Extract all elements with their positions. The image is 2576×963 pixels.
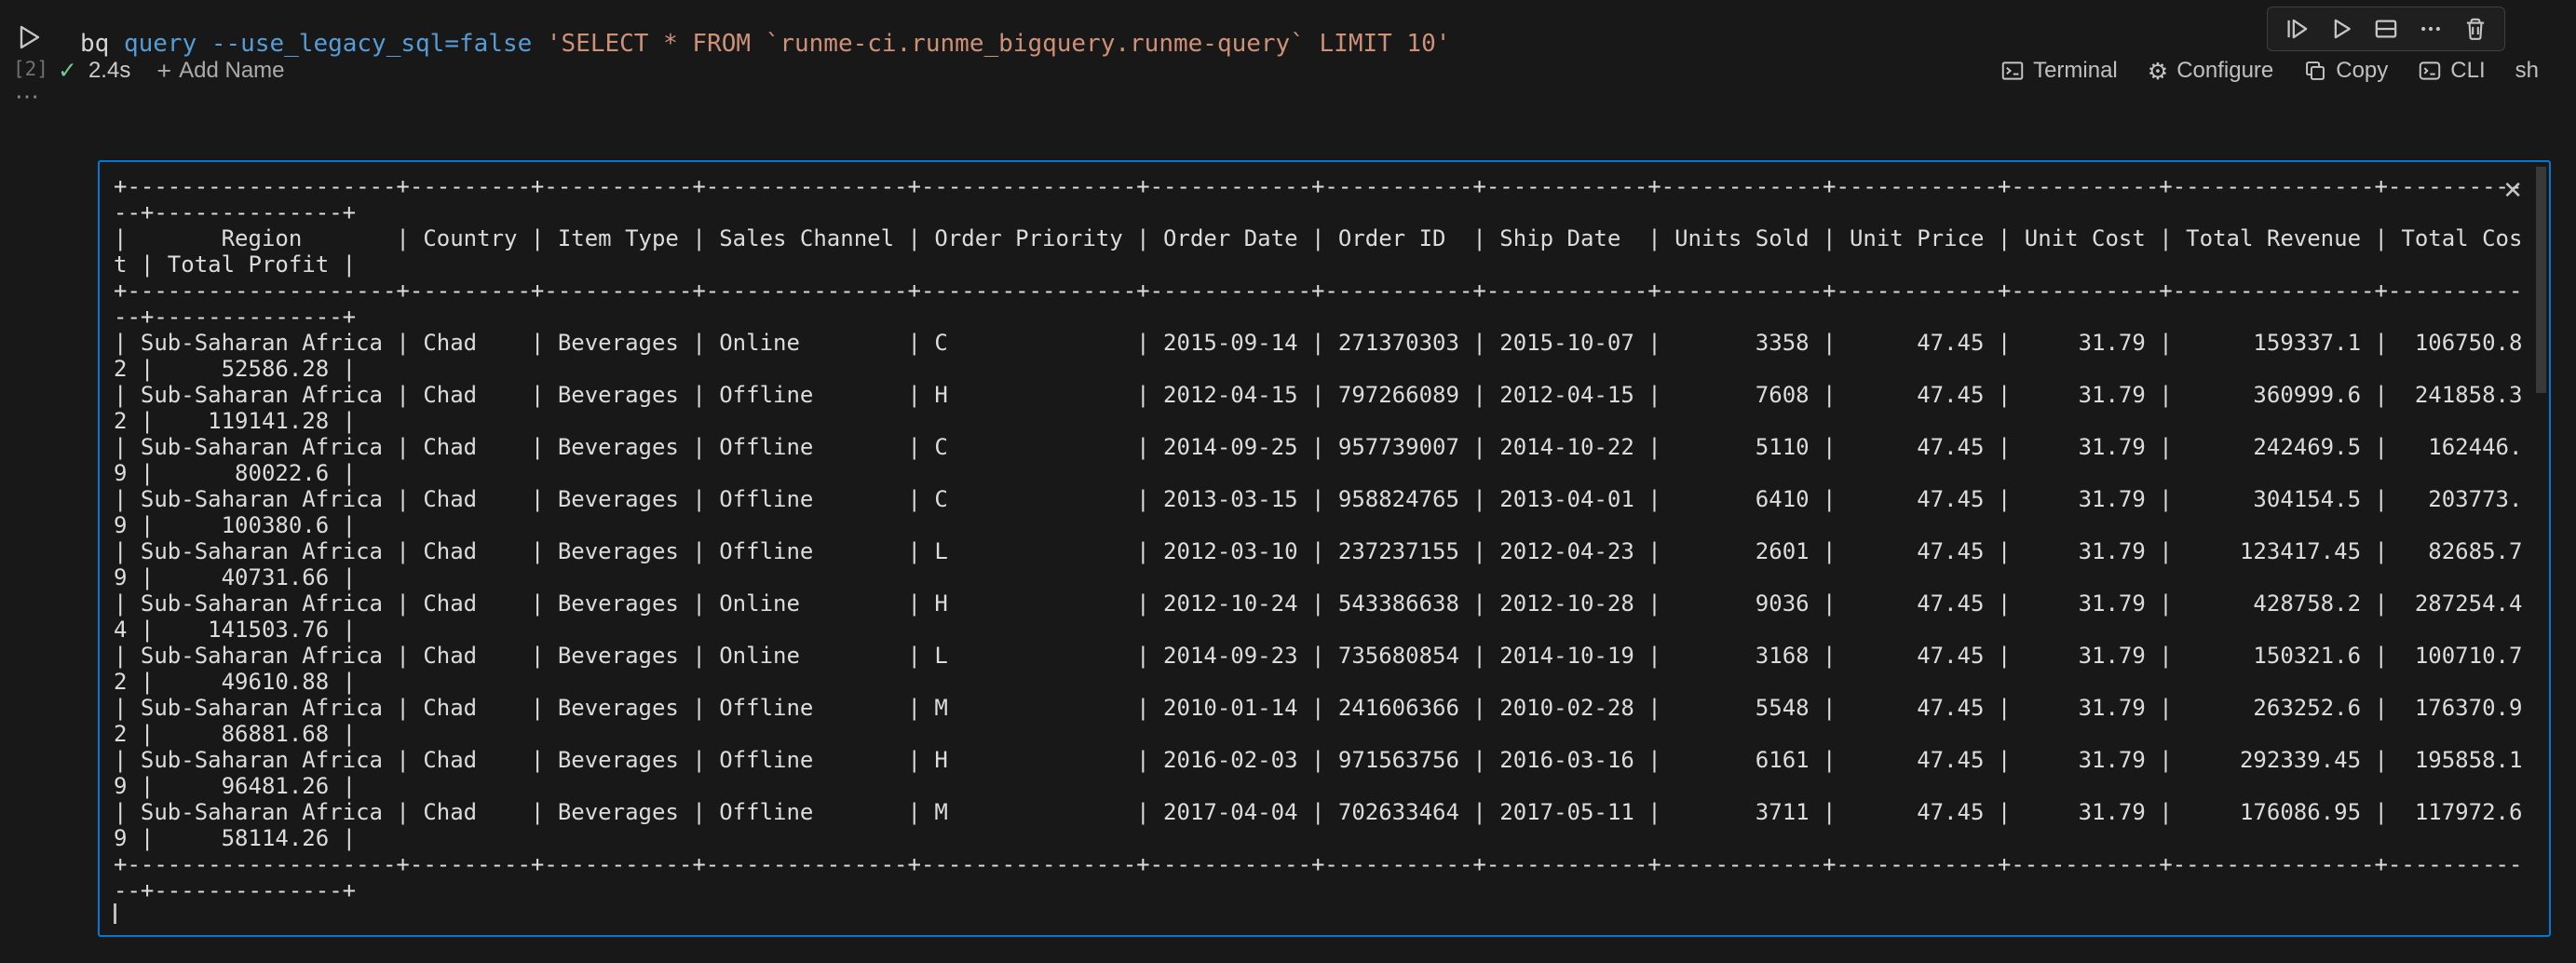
ellipsis-icon [2418,16,2444,42]
add-name-label: Add Name [179,58,284,84]
run-cell-button[interactable] [11,20,45,54]
plus-icon: + [156,60,171,82]
split-cell-icon [2373,16,2399,42]
success-check-icon: ✓ [58,57,77,85]
add-name-button[interactable]: + Add Name [156,58,284,84]
cell-status-bar: ✓ 2.4s + Add Name Terminal ⚙ Configure [58,56,2539,86]
cli-label: CLI [2450,58,2485,84]
code-program: bq [80,30,109,58]
terminal-scrollbar[interactable] [2536,167,2546,393]
code-editor[interactable]: bqquery --use_legacy_sql=false 'SELECT * F… [80,29,1450,59]
terminal-label: Terminal [2033,58,2118,84]
copy-button[interactable]: Copy [2303,58,2388,84]
execution-count: [2] [13,58,48,80]
copy-label: Copy [2336,58,2388,84]
code-subcommand: query [124,30,197,58]
terminal-icon [2000,59,2025,83]
gear-icon: ⚙ [2148,58,2168,85]
execute-cell-button[interactable] [2327,15,2355,43]
terminal-output-panel: +--------------------+---------+--------… [98,160,2551,937]
terminal-button[interactable]: Terminal [2000,58,2118,84]
configure-button[interactable]: ⚙ Configure [2148,58,2273,85]
cell-overflow-icon[interactable]: ⋯ [15,82,40,111]
code-query-string: 'SELECT * FROM `runme-ci.runme_bigquery.… [547,30,1451,58]
terminal-text[interactable]: +--------------------+---------+--------… [100,162,2549,929]
play-icon [13,22,43,52]
copy-icon [2303,59,2327,83]
run-below-icon [2284,16,2310,42]
execute-cell-and-below-button[interactable] [2283,15,2311,43]
cli-icon [2418,59,2442,83]
cell-status-right: Terminal ⚙ Configure Copy CLI sh [2000,58,2539,85]
more-actions-button[interactable] [2417,15,2445,43]
language-label: sh [2515,58,2539,84]
split-cell-button[interactable] [2372,15,2400,43]
trash-icon [2462,16,2488,42]
close-output-icon[interactable]: ✕ [2502,177,2523,205]
configure-label: Configure [2176,58,2273,84]
cell-toolbar [2267,7,2505,51]
runme-notebook-cell: [2] ⋯ bqquery --use_legacy_sql=false 'SELE… [0,0,2576,963]
execution-duration: 2.4s [88,58,130,84]
cell-status-left: ✓ 2.4s + Add Name [58,57,285,85]
code-flag: --use_legacy_sql=false [211,30,532,58]
play-icon [2328,16,2354,42]
delete-cell-button[interactable] [2461,15,2489,43]
terminal-cursor [114,903,116,924]
language-selector[interactable]: sh [2515,58,2539,84]
cli-button[interactable]: CLI [2418,58,2485,84]
